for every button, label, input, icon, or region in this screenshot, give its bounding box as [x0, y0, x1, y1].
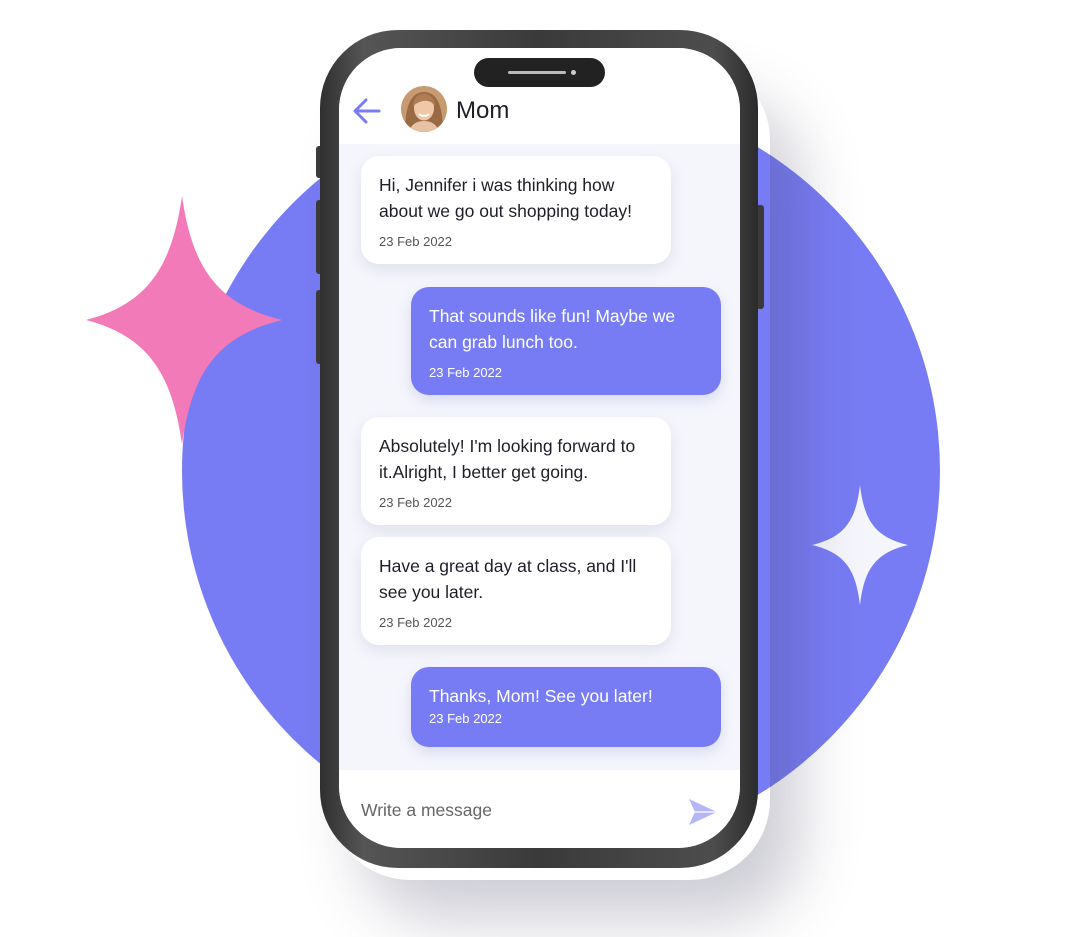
avatar-portrait-icon [401, 86, 447, 132]
contact-name: Mom [456, 97, 510, 124]
promo-stage: Mom Hi, Jennifer i was thinking how abou… [0, 0, 1080, 937]
phone-notch [474, 58, 605, 87]
speaker-grille [508, 71, 566, 74]
message-text: Thanks, Mom! See you later! [429, 686, 653, 706]
message-bubble-incoming: Hi, Jennifer i was thinking how about we… [361, 156, 671, 264]
message-input[interactable] [359, 794, 663, 826]
message-date: 23 Feb 2022 [379, 615, 453, 630]
message-text: Hi, Jennifer i was thinking how about we… [379, 175, 632, 221]
message-date: 23 Feb 2022 [379, 495, 453, 510]
message-bubble-incoming: Have a great day at class, and I'll see … [361, 537, 671, 645]
arrow-left-icon[interactable] [351, 95, 383, 127]
message-bubble-incoming: Absolutely! I'm looking forward to it.Al… [361, 417, 671, 525]
message-text: Absolutely! I'm looking forward to it.Al… [379, 436, 636, 482]
avatar[interactable] [401, 86, 447, 132]
phone-frame: Mom Hi, Jennifer i was thinking how abou… [320, 30, 758, 868]
front-camera [571, 70, 576, 75]
message-composer [339, 770, 740, 848]
message-date: 23 Feb 2022 [429, 711, 503, 726]
message-bubble-outgoing: Thanks, Mom! See you later! 23 Feb 2022 [411, 667, 721, 747]
white-sparkle-icon [812, 485, 908, 605]
message-bubble-outgoing: That sounds like fun! Maybe we can grab … [411, 287, 721, 395]
message-date: 23 Feb 2022 [429, 365, 503, 380]
pink-sparkle-icon [86, 196, 282, 444]
send-icon[interactable] [687, 796, 719, 828]
message-date: 23 Feb 2022 [379, 234, 453, 249]
message-text: Have a great day at class, and I'll see … [379, 556, 637, 602]
message-text: That sounds like fun! Maybe we can grab … [429, 306, 676, 352]
chat-screen: Mom Hi, Jennifer i was thinking how abou… [339, 48, 740, 848]
